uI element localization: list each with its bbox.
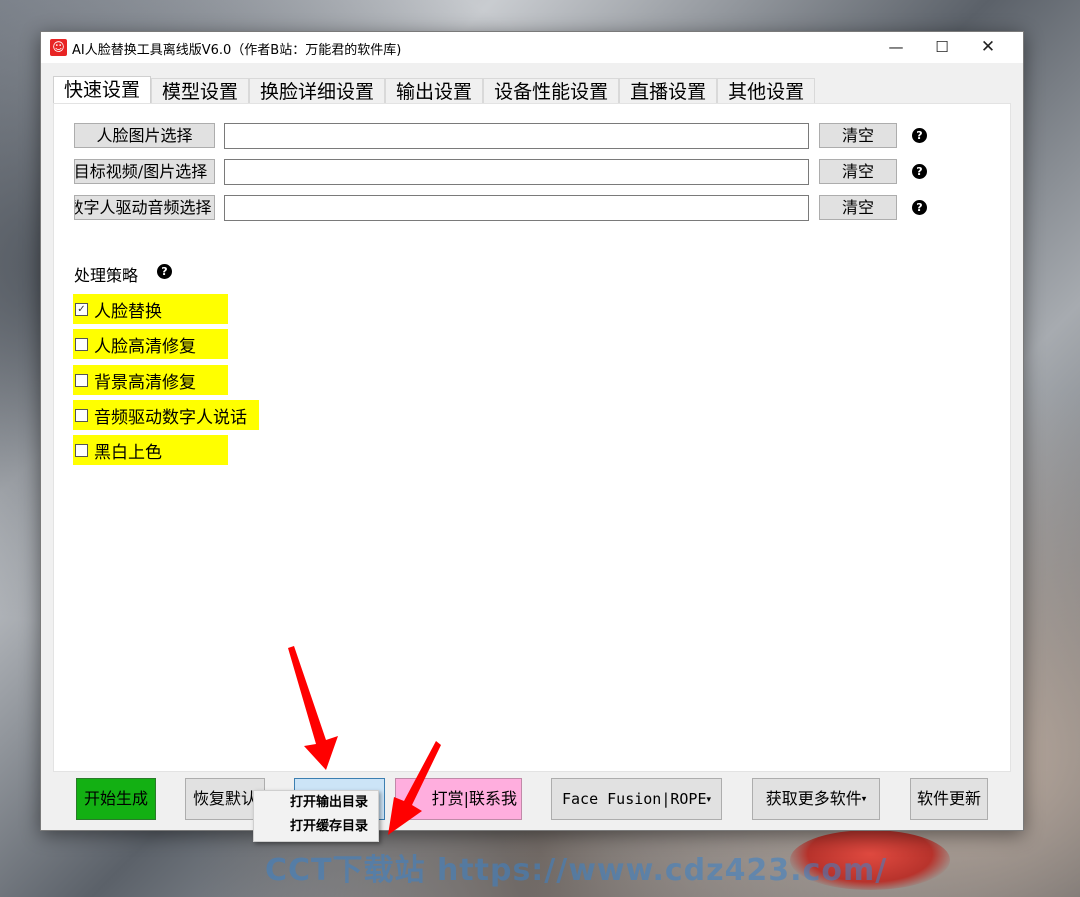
- help-icon[interactable]: ?: [912, 164, 927, 179]
- option-face-hd-restore[interactable]: 人脸高清修复: [73, 329, 228, 359]
- face-fusion-label: Face Fusion|ROPE: [561, 790, 707, 808]
- clear-target-video-button[interactable]: 清空: [819, 159, 897, 184]
- menu-item-open-cache-dir[interactable]: 打开缓存目录: [254, 815, 378, 839]
- tab-device-performance-settings[interactable]: 设备性能设置: [483, 78, 620, 104]
- help-icon[interactable]: ?: [912, 200, 927, 215]
- app-window: ☺ AI人脸替换工具离线版V6.0（作者B站：万能君的软件库) — ☐ ✕ 快速…: [40, 31, 1024, 831]
- face-image-select-button[interactable]: 人脸图片选择: [74, 123, 215, 148]
- help-icon[interactable]: ?: [157, 264, 172, 279]
- start-generate-button[interactable]: 开始生成: [76, 778, 156, 820]
- output-directory-menu: 打开输出目录 打开缓存目录: [253, 790, 379, 842]
- checkbox-icon[interactable]: [75, 443, 88, 457]
- tab-bar: 快速设置 模型设置 换脸详细设置 输出设置 设备性能设置 直播设置 其他设置: [53, 76, 816, 106]
- minimize-button[interactable]: —: [873, 32, 919, 63]
- strategy-label-text: 处理策略: [74, 266, 139, 285]
- driver-audio-select-button[interactable]: 数字人驱动音频选择: [74, 195, 215, 220]
- face-fusion-rope-dropdown-button[interactable]: Face Fusion|ROPE▾: [551, 778, 722, 820]
- software-update-button[interactable]: 软件更新: [910, 778, 988, 820]
- strategy-label: 处理策略: [74, 262, 138, 286]
- help-icon[interactable]: ?: [912, 128, 927, 143]
- checkbox-checked-icon[interactable]: ✓: [75, 302, 88, 316]
- maximize-button[interactable]: ☐: [919, 32, 965, 63]
- target-video-path-input[interactable]: [224, 159, 809, 185]
- menu-item-open-output-dir[interactable]: 打开输出目录: [254, 791, 378, 815]
- option-label: 人脸高清修复: [94, 336, 196, 357]
- more-software-label: 获取更多软件: [765, 789, 862, 808]
- option-face-swap[interactable]: ✓ 人脸替换: [73, 294, 228, 324]
- option-background-hd-restore[interactable]: 背景高清修复: [73, 365, 228, 395]
- chevron-down-icon: ▾: [706, 795, 712, 805]
- tab-output-settings[interactable]: 输出设置: [385, 78, 484, 104]
- checkbox-icon[interactable]: [75, 408, 88, 422]
- option-colorize[interactable]: 黑白上色: [73, 435, 228, 465]
- option-label: 背景高清修复: [94, 372, 196, 393]
- tab-faceswap-detail-settings[interactable]: 换脸详细设置: [249, 78, 386, 104]
- annotation-arrow-icon: [288, 646, 338, 770]
- tab-live-settings[interactable]: 直播设置: [619, 78, 718, 104]
- option-label: 音频驱动数字人说话: [94, 407, 247, 428]
- clear-face-image-button[interactable]: 清空: [819, 123, 897, 148]
- checkbox-icon[interactable]: [75, 337, 88, 351]
- annotation-arrow-icon: [388, 741, 441, 835]
- option-label: 黑白上色: [94, 442, 162, 463]
- title-bar: ☺ AI人脸替换工具离线版V6.0（作者B站：万能君的软件库) — ☐ ✕: [41, 32, 1023, 63]
- tab-quick-settings[interactable]: 快速设置: [53, 76, 152, 106]
- app-logo-icon: ☺: [50, 39, 67, 56]
- chevron-down-icon: ▾: [861, 794, 867, 805]
- checkbox-icon[interactable]: [75, 373, 88, 387]
- face-image-path-input[interactable]: [224, 123, 809, 149]
- close-button[interactable]: ✕: [965, 32, 1011, 63]
- driver-audio-path-input[interactable]: [224, 195, 809, 221]
- quick-settings-panel: 人脸图片选择 清空 ? 目标视频/图片选择 清空 ? 数字人驱动音频选择 清空 …: [53, 103, 1011, 772]
- more-software-dropdown-button[interactable]: 获取更多软件▾: [752, 778, 880, 820]
- clear-driver-audio-button[interactable]: 清空: [819, 195, 897, 220]
- target-video-select-button[interactable]: 目标视频/图片选择: [74, 159, 215, 184]
- option-label: 人脸替换: [94, 301, 162, 322]
- tab-model-settings[interactable]: 模型设置: [151, 78, 250, 104]
- window-title: AI人脸替换工具离线版V6.0（作者B站：万能君的软件库): [72, 43, 402, 58]
- watermark-text: CCT下载站 https://www.cdz423.com/: [265, 853, 888, 888]
- tab-other-settings[interactable]: 其他设置: [717, 78, 816, 104]
- option-audio-driven-avatar[interactable]: 音频驱动数字人说话: [73, 400, 259, 430]
